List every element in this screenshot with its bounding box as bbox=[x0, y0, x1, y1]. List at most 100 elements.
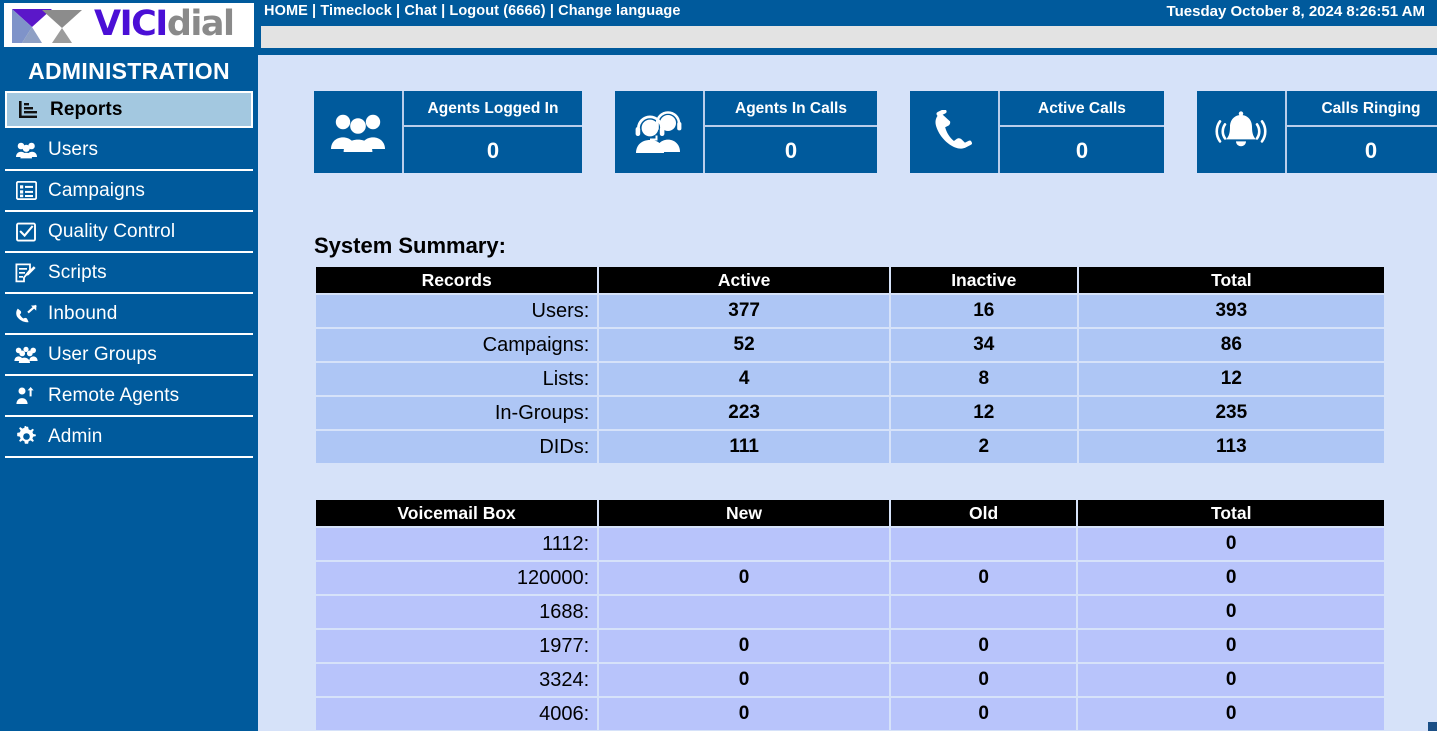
sidebar-item-users[interactable]: Users bbox=[5, 130, 253, 171]
cell-active: 223 bbox=[599, 397, 889, 429]
users-icon bbox=[13, 139, 39, 161]
cell-inactive: 8 bbox=[890, 363, 1077, 395]
sidebar-item-label: Quality Control bbox=[48, 220, 176, 242]
logo[interactable]: VICIdial bbox=[0, 0, 258, 50]
cell-new bbox=[599, 596, 889, 628]
table-row: 1112: 0 bbox=[316, 528, 1384, 560]
table-row: 1977: 0 0 0 bbox=[316, 630, 1384, 662]
cell-inactive: 12 bbox=[890, 397, 1077, 429]
nav-sep-3: | bbox=[436, 3, 450, 19]
logo-vici-text: VICI bbox=[94, 4, 168, 45]
nav-link-logout[interactable]: Logout (6666) bbox=[449, 3, 545, 19]
stat-card-icon-wrap bbox=[314, 91, 404, 173]
column-header-voicemail-box: Voicemail Box bbox=[316, 500, 598, 526]
sidebar-nav-list: Reports Users Campaigns Quality Control bbox=[0, 91, 258, 458]
table-row: Campaigns: 52 34 86 bbox=[316, 329, 1384, 361]
table-row: 4006: 0 0 0 bbox=[316, 698, 1384, 730]
nav-link-change-language[interactable]: Change language bbox=[558, 3, 680, 19]
table-row: DIDs: 111 2 113 bbox=[316, 431, 1384, 463]
stat-card-icon-wrap bbox=[1197, 91, 1287, 173]
sidebar-item-label: User Groups bbox=[48, 343, 157, 365]
stat-card-agents-in-calls[interactable]: Agents In Calls 0 bbox=[615, 91, 877, 173]
table-row: 120000: 0 0 0 bbox=[316, 562, 1384, 594]
cell-total: 0 bbox=[1078, 562, 1384, 594]
cell-total: 235 bbox=[1078, 397, 1384, 429]
stat-card-active-calls[interactable]: Active Calls 0 bbox=[910, 91, 1164, 173]
sidebar-item-user-groups[interactable]: User Groups bbox=[5, 335, 253, 376]
sidebar-item-label: Scripts bbox=[48, 261, 107, 283]
list-icon bbox=[13, 180, 39, 202]
nav-sep-2: | bbox=[391, 3, 405, 19]
column-header-total: Total bbox=[1078, 500, 1384, 526]
cell-total: 0 bbox=[1078, 698, 1384, 730]
cell-old bbox=[890, 596, 1077, 628]
cell-total: 86 bbox=[1078, 329, 1384, 361]
table-row: 1688: 0 bbox=[316, 596, 1384, 628]
remote-agent-icon bbox=[13, 385, 39, 407]
cell-inactive: 2 bbox=[890, 431, 1077, 463]
column-header-inactive: Inactive bbox=[890, 267, 1077, 293]
stat-card-value: 0 bbox=[1364, 138, 1378, 163]
row-label: Campaigns: bbox=[316, 329, 598, 361]
cell-active: 4 bbox=[599, 363, 889, 395]
column-header-active: Active bbox=[599, 267, 889, 293]
column-header-records: Records bbox=[316, 267, 598, 293]
stat-card-calls-ringing[interactable]: Calls Ringing 0 bbox=[1197, 91, 1437, 173]
cell-total: 393 bbox=[1078, 295, 1384, 327]
ringing-bell-icon bbox=[1215, 111, 1267, 147]
nav-sep-1: | bbox=[307, 3, 321, 19]
stat-card-value: 0 bbox=[784, 138, 798, 163]
logo-plate: VICIdial bbox=[4, 3, 254, 47]
cell-total: 0 bbox=[1078, 596, 1384, 628]
sidebar-item-label: Users bbox=[48, 138, 99, 160]
cell-inactive: 16 bbox=[890, 295, 1077, 327]
nav-sep-4: | bbox=[545, 3, 559, 19]
nav-link-home[interactable]: HOME bbox=[264, 3, 308, 19]
stat-card-value: 0 bbox=[486, 138, 500, 163]
sidebar-item-quality-control[interactable]: Quality Control bbox=[5, 212, 253, 253]
column-header-total: Total bbox=[1078, 267, 1384, 293]
sidebar-item-admin[interactable]: Admin bbox=[5, 417, 253, 458]
nav-link-timeclock[interactable]: Timeclock bbox=[320, 3, 392, 19]
stat-card-agents-logged-in[interactable]: Agents Logged In 0 bbox=[314, 91, 582, 173]
cell-new: 0 bbox=[599, 698, 889, 730]
sidebar-item-campaigns[interactable]: Campaigns bbox=[5, 171, 253, 212]
cell-new: 0 bbox=[599, 664, 889, 696]
sidebar-title: ADMINISTRATION bbox=[28, 58, 230, 84]
cell-total: 12 bbox=[1078, 363, 1384, 395]
cell-active: 52 bbox=[599, 329, 889, 361]
cell-old bbox=[890, 528, 1077, 560]
stat-card-body: Agents Logged In 0 bbox=[404, 91, 582, 173]
table-row: 3324: 0 0 0 bbox=[316, 664, 1384, 696]
cell-new bbox=[599, 528, 889, 560]
cell-total: 0 bbox=[1078, 664, 1384, 696]
row-label: DIDs: bbox=[316, 431, 598, 463]
main-content: Agents Logged In 0 Agents In Calls 0 Act… bbox=[258, 55, 1437, 731]
stat-card-label: Agents Logged In bbox=[404, 91, 582, 127]
sidebar-item-label: Remote Agents bbox=[48, 384, 180, 406]
sidebar-item-inbound[interactable]: Inbound bbox=[5, 294, 253, 335]
sidebar-item-scripts[interactable]: Scripts bbox=[5, 253, 253, 294]
stat-card-label: Calls Ringing bbox=[1287, 91, 1437, 127]
row-label: 3324: bbox=[316, 664, 598, 696]
bar-chart-icon bbox=[15, 99, 41, 121]
nav-link-chat[interactable]: Chat bbox=[404, 3, 437, 19]
headset-agents-icon bbox=[635, 111, 682, 153]
sidebar: ADMINISTRATION Reports Users Campaigns Q… bbox=[0, 50, 258, 731]
table-header-row: Voicemail Box New Old Total bbox=[316, 500, 1384, 526]
sidebar-item-remote-agents[interactable]: Remote Agents bbox=[5, 376, 253, 417]
vicidial-triangles-icon bbox=[12, 9, 82, 43]
scrollbar-corner[interactable] bbox=[1428, 722, 1437, 731]
table-header-row: Records Active Inactive Total bbox=[316, 267, 1384, 293]
phone-handset-icon bbox=[935, 110, 972, 149]
sidebar-item-reports[interactable]: Reports bbox=[5, 91, 253, 128]
inbound-call-icon bbox=[13, 303, 39, 325]
row-label: 1977: bbox=[316, 630, 598, 662]
cell-new: 0 bbox=[599, 562, 889, 594]
cell-total: 0 bbox=[1078, 630, 1384, 662]
table-row: Lists: 4 8 12 bbox=[316, 363, 1384, 395]
cell-old: 0 bbox=[890, 562, 1077, 594]
row-label: Lists: bbox=[316, 363, 598, 395]
stat-card-value: 0 bbox=[1075, 138, 1089, 163]
row-label: 1688: bbox=[316, 596, 598, 628]
